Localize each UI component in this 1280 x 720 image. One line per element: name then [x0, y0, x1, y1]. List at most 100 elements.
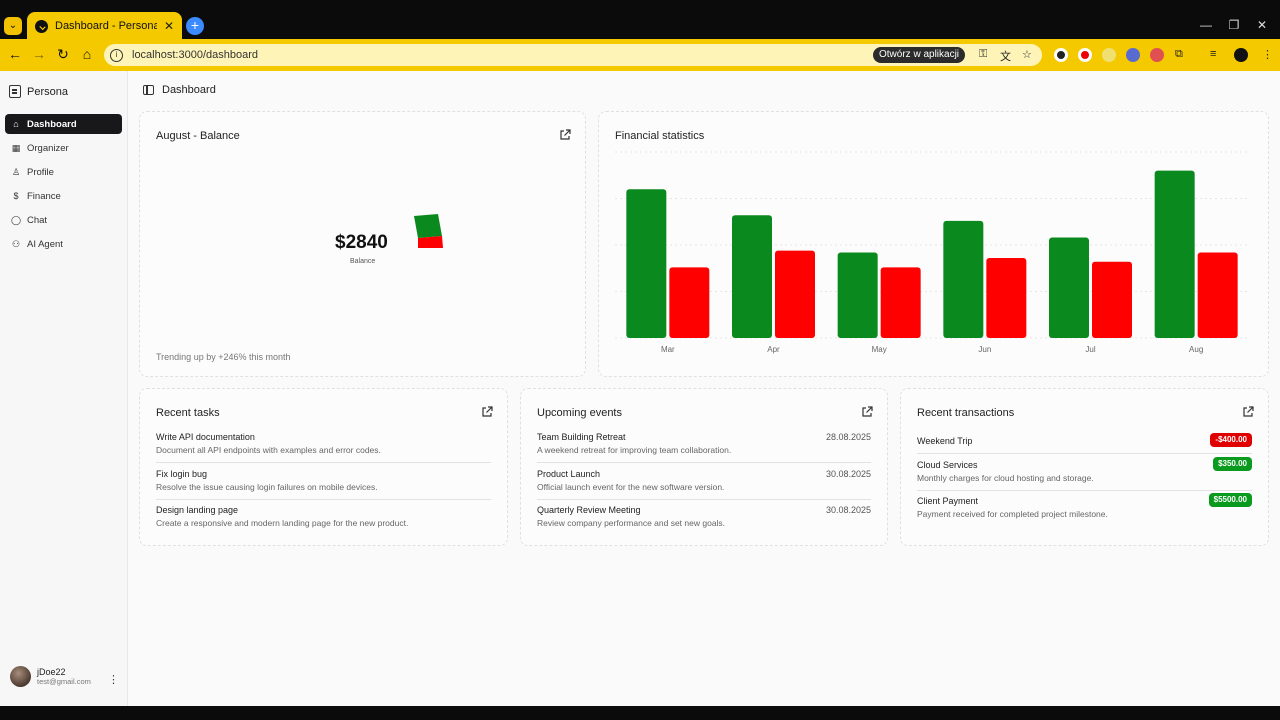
- task-item[interactable]: Design landing page Create a responsive …: [156, 505, 491, 528]
- task-item[interactable]: Fix login bug Resolve the issue causing …: [156, 469, 491, 492]
- transaction-title: Weekend Trip: [917, 436, 973, 446]
- restore-icon[interactable]: ❐: [1224, 18, 1244, 32]
- url-text: localhost:3000/dashboard: [132, 49, 258, 61]
- sidebar-item-chat[interactable]: ◯ Chat: [5, 210, 122, 230]
- financial-statistics-card: Financial statistics Mar Apr May Jun Jul Aug: [598, 111, 1269, 377]
- bar-mar-series-1[interactable]: [626, 189, 667, 338]
- back-icon[interactable]: ←: [6, 46, 24, 62]
- browser-menu-icon[interactable]: ⋮: [1262, 48, 1273, 61]
- page-title: Dashboard: [162, 84, 216, 96]
- event-title: Quarterly Review Meeting: [537, 505, 641, 515]
- browser-tab[interactable]: Dashboard - Persona ✕: [27, 12, 182, 40]
- task-title: Write API documentation: [156, 432, 255, 442]
- bar-mar-series-2[interactable]: [669, 267, 710, 338]
- event-item[interactable]: Product Launch Official launch event for…: [537, 469, 871, 492]
- extension-1-icon[interactable]: [1054, 48, 1068, 62]
- favicon-icon: [35, 19, 48, 33]
- transaction-title: Cloud Services: [917, 460, 978, 470]
- bar-aug-series-2[interactable]: [1197, 252, 1238, 338]
- transaction-item[interactable]: Weekend Trip -$400.00: [917, 433, 1252, 447]
- task-item[interactable]: Write API documentation Document all API…: [156, 432, 491, 455]
- tab-close-icon[interactable]: ✕: [164, 19, 174, 33]
- event-date: 30.08.2025: [825, 505, 871, 515]
- user-email: test@gmail.com: [37, 677, 91, 686]
- external-link-icon[interactable]: [1242, 405, 1254, 417]
- reload-icon[interactable]: ↻: [54, 46, 72, 63]
- translate-icon[interactable]: 文: [1000, 48, 1011, 64]
- divider: [156, 462, 491, 463]
- media-icon[interactable]: ≡: [1210, 48, 1216, 60]
- sidebar-item-label: Organizer: [27, 142, 69, 154]
- event-title: Product Launch: [537, 469, 601, 479]
- bar-jun-series-2[interactable]: [986, 258, 1027, 338]
- sidebar-toggle-icon[interactable]: [143, 85, 154, 95]
- sidebar-item-ai-agent[interactable]: ⚇ AI Agent: [5, 234, 122, 254]
- site-info-icon[interactable]: i: [110, 48, 123, 62]
- income-segment: [414, 214, 442, 238]
- transaction-item[interactable]: Cloud Services Monthly charges for cloud…: [917, 457, 1252, 483]
- profile-avatar-icon[interactable]: [1234, 48, 1248, 62]
- task-title: Fix login bug: [156, 469, 208, 479]
- x-tick-label: Aug: [1189, 345, 1203, 354]
- sidebar-item-dashboard[interactable]: ⌂ Dashboard: [5, 114, 122, 134]
- extension-5-icon[interactable]: [1150, 48, 1164, 62]
- sidebar-item-label: Chat: [27, 214, 48, 226]
- app-root: Persona ⌂ Dashboard ▦ Organizer ♙ Profil…: [0, 71, 1280, 706]
- sidebar-item-organizer[interactable]: ▦ Organizer: [5, 138, 122, 158]
- sidebar-item-profile[interactable]: ♙ Profile: [5, 162, 122, 182]
- home-icon[interactable]: ⌂: [78, 46, 96, 62]
- bar-jul-series-2[interactable]: [1092, 261, 1132, 338]
- screen-bottom-bar: [0, 706, 1280, 720]
- extension-2-icon[interactable]: [1078, 48, 1092, 62]
- sidebar-item-finance[interactable]: $ Finance: [5, 186, 122, 206]
- task-desc: Document all API endpoints with examples…: [156, 445, 381, 455]
- bar-jun-series-1[interactable]: [943, 220, 984, 338]
- bar-may-series-2[interactable]: [880, 267, 921, 338]
- event-item[interactable]: Quarterly Review Meeting Review company …: [537, 505, 871, 528]
- recent-transactions-card: Recent transactions Weekend Trip -$400.0…: [900, 388, 1269, 546]
- minimize-icon[interactable]: —: [1196, 18, 1216, 32]
- bar-jul-series-1[interactable]: [1049, 237, 1089, 338]
- event-desc: A weekend retreat for improving team col…: [537, 445, 732, 455]
- balance-label: Balance: [350, 258, 376, 265]
- transaction-desc: Monthly charges for cloud hosting and st…: [917, 473, 1094, 483]
- forward-icon[interactable]: →: [30, 46, 48, 62]
- avatar: [10, 666, 31, 687]
- event-item[interactable]: Team Building Retreat A weekend retreat …: [537, 432, 871, 455]
- sidebar-item-label: Finance: [27, 190, 61, 202]
- extensions-puzzle-icon[interactable]: ⧉: [1175, 48, 1183, 61]
- bookmark-star-icon[interactable]: ☆: [1022, 48, 1032, 61]
- new-tab-button[interactable]: +: [186, 17, 204, 35]
- bar-aug-series-1[interactable]: [1154, 170, 1195, 338]
- event-date: 30.08.2025: [825, 469, 871, 479]
- bar-apr-series-2[interactable]: [775, 250, 815, 338]
- extension-3-icon[interactable]: [1102, 48, 1116, 62]
- x-tick-label: Mar: [661, 345, 675, 354]
- event-desc: Official launch event for the new softwa…: [537, 482, 725, 492]
- brand[interactable]: Persona: [9, 85, 68, 98]
- event-title: Team Building Retreat: [537, 432, 626, 442]
- password-key-icon[interactable]: ⚿: [979, 48, 987, 61]
- sidebar: Persona ⌂ Dashboard ▦ Organizer ♙ Profil…: [0, 71, 128, 706]
- financial-bar-chart: Mar Apr May Jun Jul Aug: [615, 151, 1249, 354]
- external-link-icon[interactable]: [559, 128, 571, 140]
- bar-apr-series-1[interactable]: [732, 215, 772, 338]
- external-link-icon[interactable]: [481, 405, 493, 417]
- divider: [537, 499, 871, 500]
- user-name: jDoe22: [37, 667, 66, 677]
- user-profile[interactable]: jDoe22 test@gmail.com: [10, 666, 91, 687]
- amount-badge: $5500.00: [1208, 493, 1252, 507]
- x-tick-label: Jun: [978, 345, 991, 354]
- bar-may-series-1[interactable]: [837, 252, 878, 338]
- transaction-item[interactable]: Client Payment Payment received for comp…: [917, 493, 1252, 519]
- extension-4-icon[interactable]: [1126, 48, 1140, 62]
- amount-badge: $350.00: [1213, 457, 1252, 471]
- user-menu-icon[interactable]: ⋮: [108, 673, 119, 686]
- balance-card-title: August - Balance: [156, 130, 240, 142]
- external-link-icon[interactable]: [861, 405, 873, 417]
- close-window-icon[interactable]: ✕: [1252, 18, 1272, 32]
- calendar-icon: ▦: [11, 142, 21, 153]
- tab-search-icon[interactable]: ⌄: [4, 17, 22, 35]
- breadcrumb: Dashboard: [143, 84, 216, 96]
- open-in-app-button[interactable]: Otwórz w aplikacji: [873, 47, 966, 63]
